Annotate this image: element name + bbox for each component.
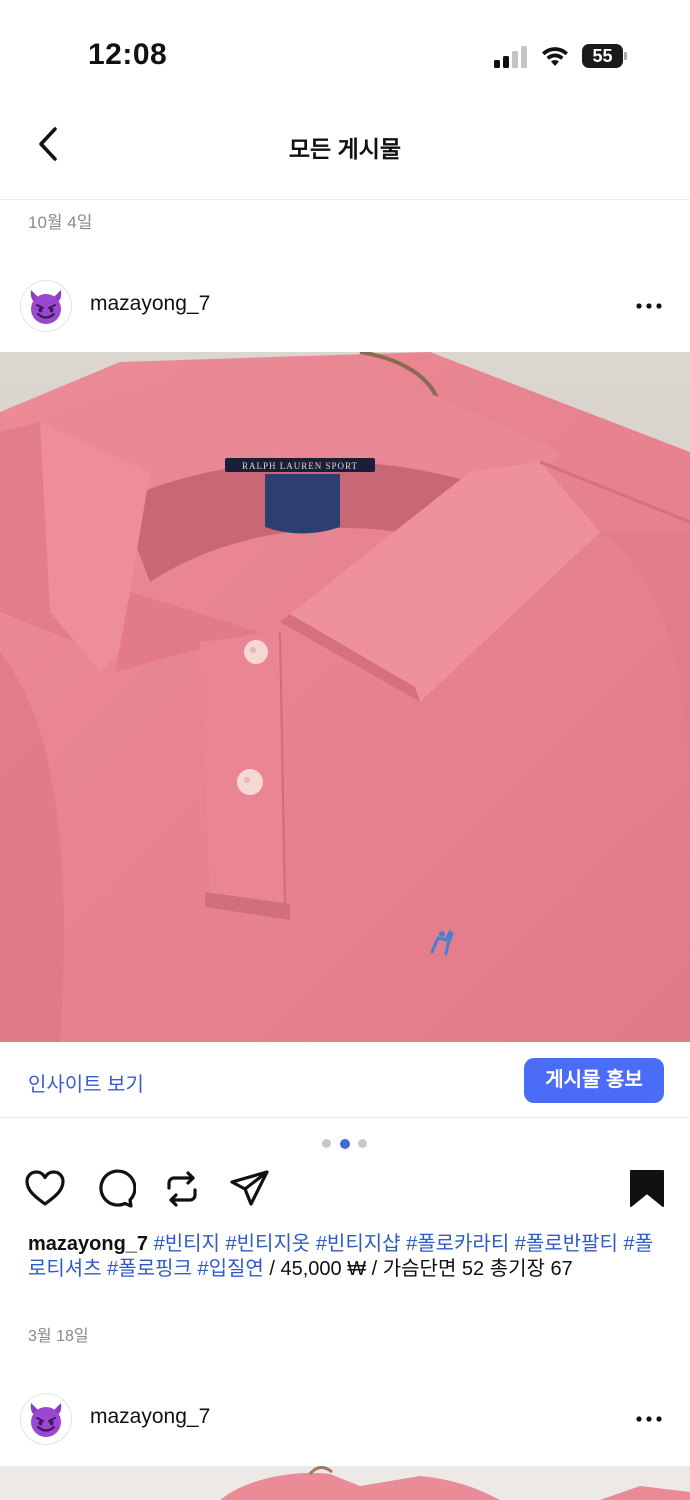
comment-icon[interactable] — [94, 1168, 136, 1210]
pink-polo-shirt-photo: RALPH LAUREN SPORT — [0, 352, 690, 1042]
battery-icon: 55 — [582, 44, 628, 68]
post-caption: mazayong_7 #빈티지 #빈티지옷 #빈티지샵 #폴로카라티 #폴로반팔… — [28, 1232, 664, 1282]
post-date: 3월 18일 — [28, 1328, 89, 1345]
carousel-dot — [322, 1139, 331, 1148]
signal-icon — [494, 46, 527, 68]
devil-emoji-icon — [30, 290, 62, 324]
avatar[interactable] — [20, 280, 72, 332]
status-time: 12:08 — [88, 38, 168, 71]
carousel-dot-active — [340, 1138, 350, 1149]
caption-text: / 45,000 ₩ / 가슴단면 52 총기장 67 — [269, 1258, 573, 1280]
next-post-image[interactable] — [0, 1466, 690, 1500]
avatar[interactable] — [20, 1393, 72, 1445]
section-date: 10월 4일 — [28, 213, 93, 232]
wifi-icon — [542, 47, 568, 66]
more-icon[interactable] — [632, 292, 666, 320]
hashtag[interactable]: #폴로반팔티 — [515, 1233, 618, 1255]
carousel-indicator — [322, 1138, 372, 1149]
share-icon[interactable] — [228, 1168, 270, 1210]
carousel-dot — [358, 1139, 367, 1148]
nav-header: 모든 게시물 — [0, 110, 690, 200]
post-username[interactable]: mazayong_7 — [90, 292, 210, 316]
insight-row: 인사이트 보기 게시물 홍보 — [0, 1042, 690, 1118]
next-post-photo-preview — [0, 1466, 690, 1500]
post-header: mazayong_7 — [0, 280, 690, 350]
hashtag[interactable]: #입질연 — [197, 1258, 263, 1280]
caption-username[interactable]: mazayong_7 — [28, 1233, 148, 1255]
next-post-header: mazayong_7 — [0, 1393, 690, 1463]
battery-level: 55 — [582, 44, 623, 68]
next-post-username[interactable]: mazayong_7 — [90, 1405, 210, 1429]
repost-icon[interactable] — [161, 1168, 203, 1210]
status-bar: 12:08 55 — [0, 0, 690, 110]
svg-text:RALPH LAUREN SPORT: RALPH LAUREN SPORT — [242, 461, 358, 471]
bookmark-icon[interactable] — [626, 1168, 668, 1210]
hashtag[interactable]: #폴로카라티 — [406, 1233, 509, 1255]
hashtag[interactable]: #빈티지옷 — [226, 1233, 311, 1255]
more-icon[interactable] — [632, 1405, 666, 1433]
hashtag[interactable]: #폴로핑크 — [107, 1258, 192, 1280]
page-title: 모든 게시물 — [288, 136, 402, 162]
action-bar — [0, 1168, 690, 1214]
heart-icon[interactable] — [24, 1168, 66, 1210]
post-image[interactable]: RALPH LAUREN SPORT — [0, 352, 690, 1042]
promote-post-button[interactable]: 게시물 홍보 — [524, 1058, 664, 1103]
devil-emoji-icon — [30, 1403, 62, 1437]
hashtag[interactable]: #빈티지샵 — [316, 1233, 401, 1255]
hashtag[interactable]: #빈티지 — [154, 1233, 220, 1255]
view-insights-link[interactable]: 인사이트 보기 — [28, 1068, 144, 1097]
